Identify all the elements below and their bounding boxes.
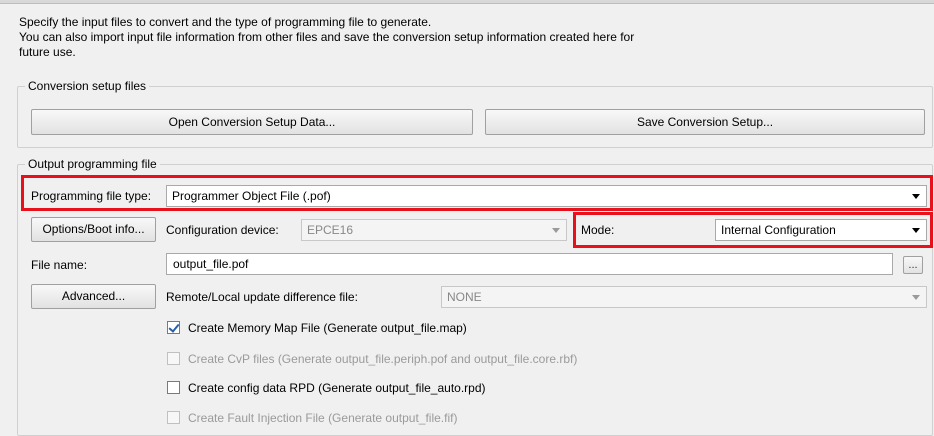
- intro-text: Specify the input files to convert and t…: [19, 15, 739, 60]
- update-diff-label: Remote/Local update difference file:: [166, 290, 358, 304]
- top-border: [0, 0, 934, 4]
- config-device-combo: EPCE16: [301, 219, 567, 241]
- config-rpd-checkbox[interactable]: [167, 381, 180, 394]
- memory-map-label: Create Memory Map File (Generate output_…: [188, 321, 467, 335]
- update-diff-value: NONE: [447, 290, 482, 304]
- config-device-label: Configuration device:: [166, 223, 279, 237]
- fault-injection-checkbox: [167, 411, 180, 424]
- cvp-files-label: Create CvP files (Generate output_file.p…: [188, 352, 578, 366]
- advanced-button[interactable]: Advanced...: [31, 284, 156, 309]
- update-diff-combo: NONE: [441, 286, 927, 308]
- config-device-value: EPCE16: [307, 223, 354, 237]
- chevron-down-icon: [912, 295, 920, 300]
- save-conversion-setup-button[interactable]: Save Conversion Setup...: [485, 109, 925, 135]
- memory-map-checkbox[interactable]: [167, 321, 180, 334]
- cvp-files-checkbox: [167, 352, 180, 365]
- conversion-setup-legend: Conversion setup files: [25, 79, 150, 93]
- mode-highlight: [573, 212, 933, 248]
- checkmark-icon: [168, 321, 180, 333]
- intro-line-3: future use.: [19, 45, 76, 59]
- options-boot-info-button[interactable]: Options/Boot info...: [31, 217, 156, 242]
- output-programming-legend: Output programming file: [25, 157, 160, 171]
- fault-injection-label: Create Fault Injection File (Generate ou…: [188, 411, 458, 425]
- browse-button[interactable]: ...: [903, 256, 923, 274]
- config-rpd-label: Create config data RPD (Generate output_…: [188, 381, 486, 395]
- intro-line-2: You can also import input file informati…: [19, 30, 635, 44]
- open-conversion-setup-button[interactable]: Open Conversion Setup Data...: [31, 109, 473, 135]
- file-type-highlight: [21, 175, 933, 211]
- file-name-label: File name:: [31, 258, 88, 272]
- chevron-down-icon: [552, 228, 560, 233]
- intro-line-1: Specify the input files to convert and t…: [19, 15, 432, 29]
- file-name-input[interactable]: output_file.pof: [166, 253, 893, 275]
